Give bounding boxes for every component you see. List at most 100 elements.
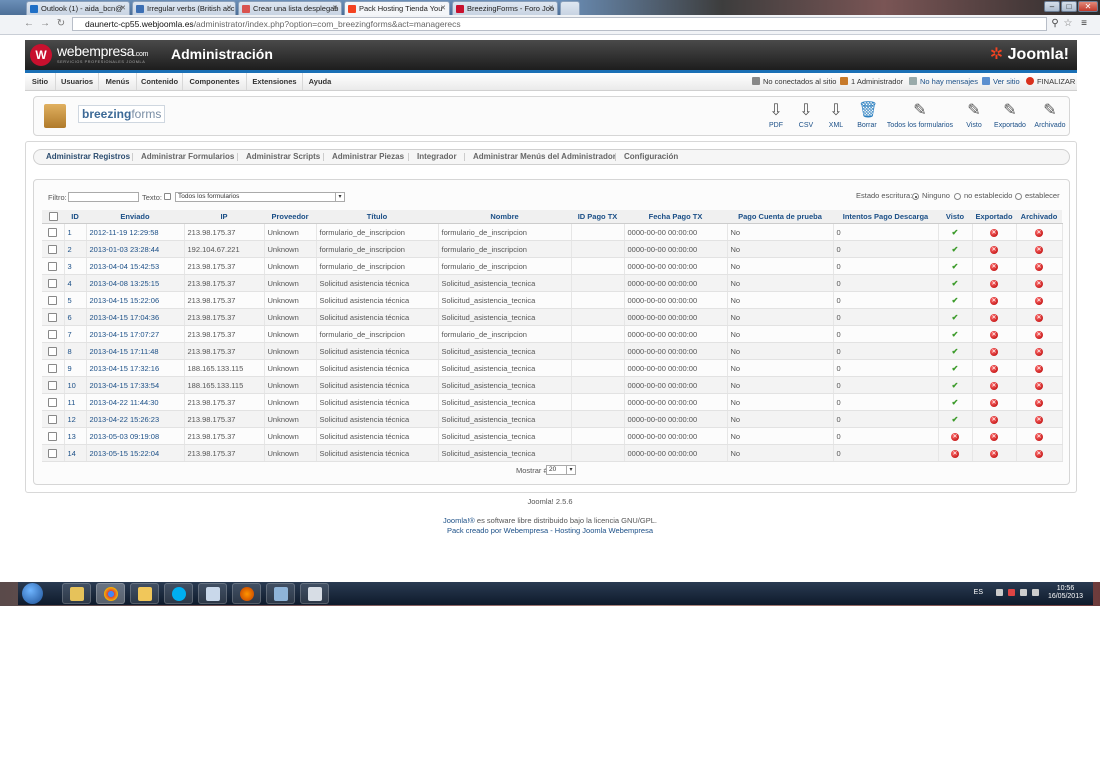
menu-sitio[interactable]: Sitio	[25, 73, 56, 90]
new-tab-button[interactable]	[560, 1, 580, 15]
tab-integrador[interactable]: Integrador	[417, 150, 457, 164]
tray-network-icon[interactable]	[1008, 589, 1015, 596]
table-row[interactable]: 9 2013-04-15 17:32:16 188.165.133.115 Unkno…	[42, 359, 1063, 377]
forward-icon[interactable]: →	[38, 17, 52, 31]
table-row[interactable]: 7 2013-04-15 17:07:27 213.98.175.37 Unknown…	[42, 325, 1063, 343]
taskbar-app[interactable]	[266, 583, 295, 604]
cross-icon[interactable]: ✕	[1035, 398, 1043, 407]
menu-usuarios[interactable]: Usuarios	[56, 73, 99, 90]
tray-arrow-icon[interactable]	[996, 589, 1003, 596]
cross-icon[interactable]: ✕	[990, 364, 998, 373]
menu-icon[interactable]: ≡	[1077, 17, 1091, 31]
cross-icon[interactable]: ✕	[951, 449, 959, 458]
maximize-button[interactable]: □	[1061, 1, 1077, 12]
col-pago-cuenta-prueba[interactable]: Pago Cuenta de prueba	[727, 210, 833, 224]
cross-icon[interactable]: ✕	[990, 347, 998, 356]
row-checkbox[interactable]	[48, 329, 58, 339]
cell-id[interactable]: 2	[64, 240, 87, 258]
cell-enviado[interactable]: 2013-04-15 17:11:48	[86, 342, 185, 360]
check-icon[interactable]: ✔	[951, 330, 960, 339]
filter-input[interactable]	[68, 192, 139, 202]
star-icon[interactable]: ☆	[1061, 17, 1075, 31]
taskbar-calculator[interactable]	[300, 583, 329, 604]
browser-tab-pack-hosting[interactable]: Pack Hosting Tienda You ✕	[344, 1, 450, 15]
table-row[interactable]: 8 2013-04-15 17:11:48 213.98.175.37 Unknown…	[42, 342, 1063, 360]
system-clock[interactable]: 10:56 16/05/2013	[1048, 585, 1083, 601]
cross-icon[interactable]: ✕	[951, 432, 959, 441]
viewed-button[interactable]: ✎ Visto	[960, 101, 988, 129]
radio-establecer[interactable]	[1015, 193, 1022, 200]
cross-icon[interactable]: ✕	[990, 398, 998, 407]
table-row[interactable]: 6 2013-04-15 17:04:36 213.98.175.37 Unknown…	[42, 308, 1063, 326]
xml-button[interactable]: ⇩ XML	[824, 101, 848, 129]
cross-icon[interactable]: ✕	[990, 228, 998, 237]
check-icon[interactable]: ✔	[951, 262, 960, 271]
cross-icon[interactable]: ✕	[1035, 364, 1043, 373]
check-icon[interactable]: ✔	[951, 279, 960, 288]
cross-icon[interactable]: ✕	[990, 313, 998, 322]
menu-ayuda[interactable]: Ayuda	[303, 73, 337, 90]
cross-icon[interactable]: ✕	[990, 296, 998, 305]
cross-icon[interactable]: ✕	[990, 279, 998, 288]
check-icon[interactable]: ✔	[951, 347, 960, 356]
status-messages[interactable]: No hay mensajes	[909, 73, 978, 90]
table-row[interactable]: 11 2013-04-22 11:44:30 213.98.175.37 Unknow…	[42, 393, 1063, 411]
cell-id[interactable]: 11	[64, 393, 87, 411]
check-icon[interactable]: ✔	[951, 381, 960, 390]
taskbar-chrome[interactable]	[96, 583, 125, 604]
row-checkbox[interactable]	[48, 261, 58, 271]
cross-icon[interactable]: ✕	[990, 262, 998, 271]
logout-link[interactable]: FINALIZAR	[1026, 73, 1075, 90]
text-checkbox[interactable]	[164, 193, 171, 200]
tab-administrar-menus[interactable]: Administrar Menús del Administrador	[473, 150, 616, 164]
table-row[interactable]: 3 2013-04-04 15:42:53 213.98.175.37 Unknown…	[42, 257, 1063, 275]
row-checkbox[interactable]	[48, 397, 58, 407]
col-fecha-pago-tx[interactable]: Fecha Pago TX	[624, 210, 727, 224]
cross-icon[interactable]: ✕	[1035, 313, 1043, 322]
view-site-link[interactable]: Ver sitio	[982, 73, 1020, 90]
tab-administrar-scripts[interactable]: Administrar Scripts	[246, 150, 320, 164]
tab-administrar-formularios[interactable]: Administrar Formularios	[141, 150, 234, 164]
archived-button[interactable]: ✎ Archivado	[1032, 101, 1068, 129]
row-checkbox[interactable]	[48, 312, 58, 322]
cross-icon[interactable]: ✕	[990, 330, 998, 339]
col-archivado[interactable]: Archivado	[1016, 210, 1062, 224]
close-icon[interactable]: ✕	[332, 2, 338, 15]
cross-icon[interactable]: ✕	[1035, 381, 1043, 390]
col-id-pago-tx[interactable]: ID Pago TX	[571, 210, 624, 224]
cross-icon[interactable]: ✕	[1035, 330, 1043, 339]
close-icon[interactable]: ✕	[440, 2, 446, 15]
check-icon[interactable]: ✔	[951, 364, 960, 373]
table-row[interactable]: 12 2013-04-22 15:26:23 213.98.175.37 Unknow…	[42, 410, 1063, 428]
col-intentos-pago[interactable]: Intentos Pago Descarga	[833, 210, 938, 224]
cell-enviado[interactable]: 2013-05-15 15:22:04	[86, 444, 185, 462]
cell-id[interactable]: 3	[64, 257, 87, 275]
col-id[interactable]: ID	[64, 210, 86, 224]
row-checkbox[interactable]	[48, 380, 58, 390]
menu-componentes[interactable]: Componentes	[183, 73, 247, 90]
close-icon[interactable]: ✕	[120, 2, 126, 15]
taskbar-notepad[interactable]	[198, 583, 227, 604]
tray-volume-icon[interactable]	[1032, 589, 1039, 596]
cell-id[interactable]: 14	[64, 444, 87, 462]
cell-id[interactable]: 7	[64, 325, 87, 343]
cross-icon[interactable]: ✕	[990, 415, 998, 424]
taskbar-skype[interactable]	[164, 583, 193, 604]
cell-enviado[interactable]: 2013-04-15 15:22:06	[86, 291, 185, 309]
row-checkbox[interactable]	[48, 448, 58, 458]
table-row[interactable]: 1 2012-11-19 12:29:58 213.98.175.37 Unknown…	[42, 223, 1063, 241]
cell-id[interactable]: 4	[64, 274, 87, 292]
menu-contenido[interactable]: Contenido	[137, 73, 183, 90]
check-icon[interactable]: ✔	[951, 296, 960, 305]
col-proveedor[interactable]: Proveedor	[264, 210, 316, 224]
cell-id[interactable]: 5	[64, 291, 87, 309]
cross-icon[interactable]: ✕	[1035, 262, 1043, 271]
cell-id[interactable]: 6	[64, 308, 87, 326]
table-row[interactable]: 5 2013-04-15 15:22:06 213.98.175.37 Unknown…	[42, 291, 1063, 309]
all-forms-button[interactable]: ✎ Todos los formularios	[884, 101, 956, 129]
row-checkbox[interactable]	[48, 244, 58, 254]
row-checkbox[interactable]	[48, 363, 58, 373]
cross-icon[interactable]: ✕	[1035, 432, 1043, 441]
cell-id[interactable]: 13	[64, 427, 87, 445]
joomla-link[interactable]: Joomla!®	[443, 516, 475, 525]
